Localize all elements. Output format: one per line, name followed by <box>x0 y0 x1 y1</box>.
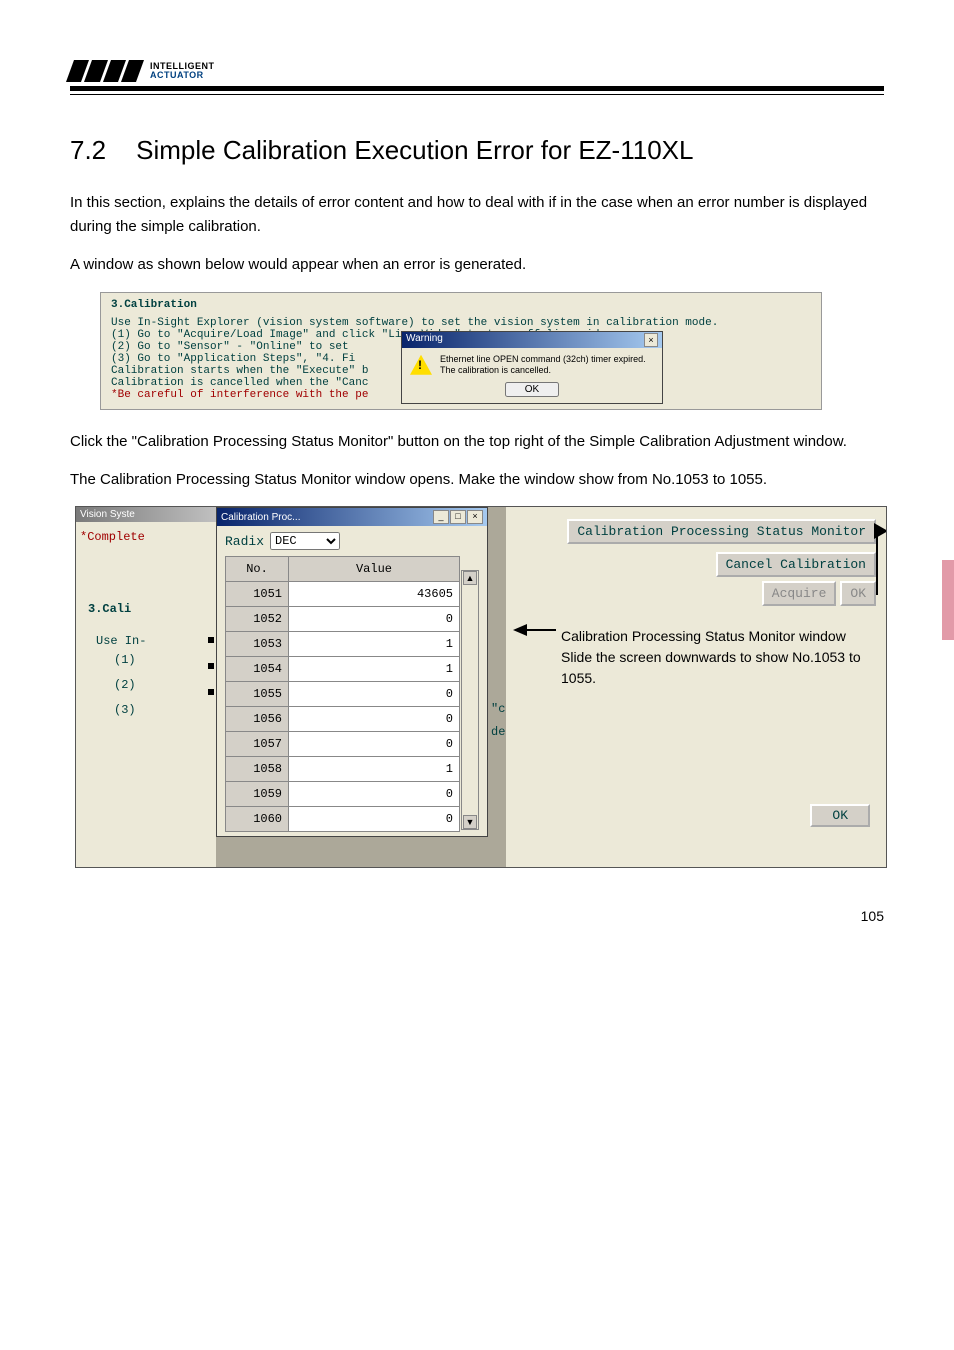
callout-arrow-icon <box>513 624 527 636</box>
page-number: 105 <box>70 908 884 924</box>
calibration-window-screenshot: 3.Calibration Use In-Sight Explorer (vis… <box>100 292 822 410</box>
status-monitor-screenshot: Vision Syste *Complete 3.Cali Use In- (1… <box>75 506 887 868</box>
close-icon[interactable]: × <box>467 510 483 524</box>
vision-window-titlebar: Vision Syste <box>76 507 216 522</box>
acquire-button[interactable]: Acquire <box>762 581 837 606</box>
col-no: No. <box>226 557 289 582</box>
calib-desc: Use In-Sight Explorer (vision system sof… <box>111 317 811 329</box>
intro-paragraph-2: A window as shown below would appear whe… <box>70 253 884 277</box>
row-label: (1) <box>114 648 216 673</box>
minimize-icon[interactable]: _ <box>433 510 449 524</box>
ok-button-bottom[interactable]: OK <box>810 804 870 827</box>
usein-label: Use In- <box>76 616 216 648</box>
table-row: 10560 <box>226 707 460 732</box>
status-monitor-button[interactable]: Calibration Processing Status Monitor <box>567 519 876 544</box>
calibration-section-title: 3.Calibration <box>111 299 811 311</box>
table-row: 105143605 <box>226 582 460 607</box>
close-icon[interactable]: × <box>644 333 658 347</box>
complete-label: *Complete <box>76 522 216 552</box>
calibproc-title: Calibration Proc... <box>221 512 300 523</box>
table-row: 10581 <box>226 757 460 782</box>
table-row: 10570 <box>226 732 460 757</box>
section-heading: 7.2Simple Calibration Execution Error fo… <box>70 135 884 166</box>
warning-ok-button[interactable]: OK <box>505 382 559 397</box>
right-panel: Calibration Processing Status Monitor Ca… <box>506 507 886 867</box>
page-header: INTELLIGENT ACTUATOR <box>70 60 884 95</box>
logo-text: INTELLIGENT ACTUATOR <box>150 62 215 80</box>
scroll-up-icon[interactable]: ▲ <box>463 571 477 585</box>
cancel-calibration-button[interactable]: Cancel Calibration <box>716 552 876 577</box>
warning-dialog: Warning × Ethernet line OPEN command (32… <box>401 331 663 404</box>
scroll-down-icon[interactable]: ▼ <box>463 815 477 829</box>
table-row: 10520 <box>226 607 460 632</box>
calibration-proc-window: Calibration Proc... _ □ × Radix DEC No. … <box>216 507 488 837</box>
side-tab-marker <box>942 560 954 640</box>
row-label: (3) <box>114 698 216 723</box>
table-row: 10531 <box>226 632 460 657</box>
logo-stripes-icon <box>66 60 144 82</box>
vision-system-window: Vision Syste *Complete 3.Cali Use In- (1… <box>76 507 216 867</box>
warning-title: Warning <box>406 333 443 347</box>
warning-message: Ethernet line OPEN command (32ch) timer … <box>440 354 646 376</box>
mid-paragraph-1: Click the "Calibration Processing Status… <box>70 430 884 454</box>
radix-label: Radix <box>225 534 264 549</box>
cali-label: 3.Cali <box>76 552 216 616</box>
radix-select[interactable]: DEC <box>270 532 340 550</box>
table-row: 10541 <box>226 657 460 682</box>
intro-paragraph-1: In this section, explains the details of… <box>70 191 884 239</box>
status-table: No. Value 105143605 10520 10531 10541 10… <box>225 556 460 832</box>
table-row: 10590 <box>226 782 460 807</box>
table-row: 10600 <box>226 807 460 832</box>
mid-paragraph-2: The Calibration Processing Status Monito… <box>70 468 884 492</box>
table-row: 10550 <box>226 682 460 707</box>
ok-button-top[interactable]: OK <box>840 581 876 606</box>
scrollbar[interactable]: ▲ ▼ <box>461 570 479 830</box>
callout-text: Calibration Processing Status Monitor wi… <box>561 626 880 689</box>
row-label: (2) <box>114 673 216 698</box>
col-value: Value <box>289 557 460 582</box>
warning-icon <box>410 355 432 375</box>
maximize-icon[interactable]: □ <box>450 510 466 524</box>
range-markers <box>208 637 220 717</box>
